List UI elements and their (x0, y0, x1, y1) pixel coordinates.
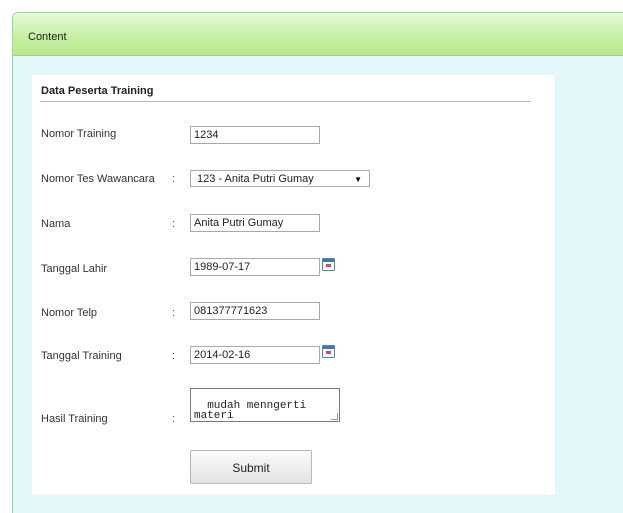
colon: : (172, 413, 176, 425)
nomor-training-input[interactable]: 1234 (190, 126, 320, 144)
calendar-icon[interactable] (322, 258, 335, 271)
textarea-value: mudah menngerti materi (194, 400, 307, 422)
colon: : (172, 218, 176, 230)
calendar-icon[interactable] (322, 345, 335, 358)
resize-handle-icon[interactable] (331, 413, 338, 420)
label-tanggal-lahir: Tanggal Lahir (41, 263, 108, 275)
label-nomor-tes-wawancara: Nomor Tes Wawancara (41, 173, 155, 185)
panel-title: Content (28, 31, 67, 43)
submit-button[interactable]: Submit (190, 450, 312, 484)
form-title-divider (40, 101, 531, 102)
label-nomor-training: Nomor Training (41, 128, 117, 140)
chevron-down-icon: ▼ (354, 175, 362, 184)
tanggal-training-input[interactable]: 2014-02-16 (190, 346, 320, 364)
nomor-telp-input[interactable]: 081377771623 (190, 302, 320, 320)
form-title: Data Peserta Training (41, 85, 154, 97)
nama-input[interactable]: Anita Putri Gumay (190, 214, 320, 232)
panel-header: Content (13, 13, 623, 56)
nomor-tes-wawancara-select[interactable]: 123 - Anita Putri Gumay ▼ (190, 170, 370, 187)
label-nama: Nama (41, 218, 71, 230)
colon: : (172, 350, 176, 362)
hasil-training-textarea[interactable]: mudah menngerti materi (190, 388, 340, 422)
colon: : (172, 307, 176, 319)
label-tanggal-training: Tanggal Training (41, 350, 122, 362)
label-hasil-training: Hasil Training (41, 413, 108, 425)
label-nomor-telp: Nomor Telp (41, 307, 98, 319)
select-value: 123 - Anita Putri Gumay (197, 173, 314, 185)
colon: : (172, 173, 176, 185)
tanggal-lahir-input[interactable]: 1989-07-17 (190, 258, 320, 276)
